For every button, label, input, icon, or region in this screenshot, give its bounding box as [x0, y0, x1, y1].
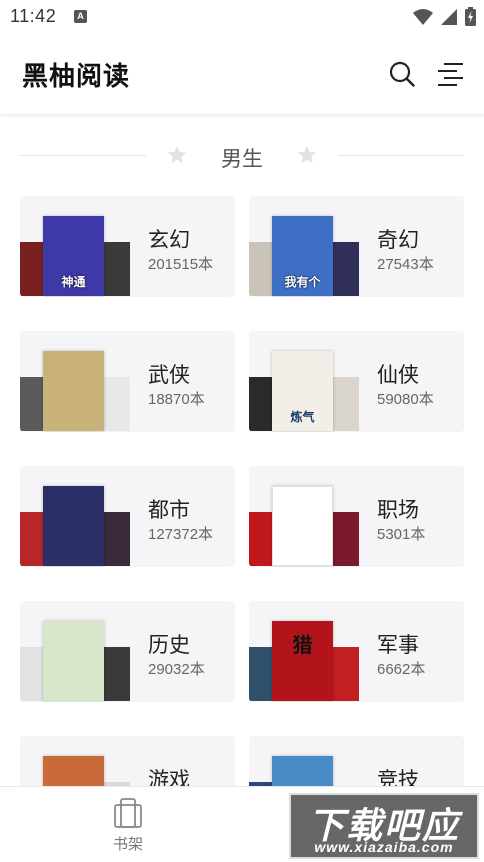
- book-cover: [272, 486, 333, 566]
- a-icon: A: [74, 10, 87, 23]
- book-cover: 炼气: [272, 351, 333, 431]
- star-icon: [167, 145, 187, 164]
- category-count: 201515本: [148, 256, 214, 273]
- category-card-qihuan[interactable]: 我有个 奇幻 27543本: [249, 196, 464, 297]
- book-cover: [104, 512, 130, 566]
- category-card-wuxia[interactable]: 武侠 18870本: [20, 331, 235, 432]
- app-header: 黑柚阅读: [0, 34, 484, 114]
- book-cover: [333, 647, 359, 701]
- category-name: 职场: [377, 499, 419, 522]
- section-divider: 男生: [20, 140, 464, 172]
- book-cover: [104, 242, 130, 296]
- book-cover: [43, 351, 104, 431]
- book-cover: [104, 377, 130, 431]
- section-title: 男生: [221, 148, 263, 171]
- category-card-xuanhuan[interactable]: 神通 玄幻 201515本: [20, 196, 235, 297]
- category-card-xianxia[interactable]: 炼气 仙侠 59080本: [249, 331, 464, 432]
- category-name: 玄幻: [148, 229, 190, 252]
- tab-bookshelf[interactable]: 书架: [98, 797, 158, 854]
- category-name: 都市: [148, 499, 190, 522]
- book-cover: [333, 512, 359, 566]
- category-count: 27543本: [377, 256, 434, 273]
- app-title: 黑柚阅读: [22, 62, 131, 92]
- category-name: 历史: [148, 634, 190, 657]
- book-cover: 猎: [272, 621, 333, 701]
- category-count: 6662本: [377, 661, 426, 678]
- category-card-dushi[interactable]: 都市 127372本: [20, 466, 235, 567]
- category-count: 18870本: [148, 391, 205, 408]
- category-name: 军事: [377, 634, 419, 657]
- cover-title: 猎: [292, 633, 313, 657]
- bookshelf-icon: [114, 798, 142, 828]
- cover-title: 神通: [61, 275, 86, 289]
- divider-line-left: [20, 155, 146, 156]
- book-cover: [333, 242, 359, 296]
- status-time: 11:42: [10, 6, 57, 26]
- cellular-icon: [441, 8, 457, 25]
- category-card-zhichang[interactable]: 职场 5301本: [249, 466, 464, 567]
- status-icons: [413, 7, 476, 26]
- status-bar: 11:42 A: [0, 0, 484, 34]
- cover-title: 炼气: [290, 410, 315, 424]
- category-card-junshi[interactable]: 猎 军事 6662本: [249, 601, 464, 702]
- category-count: 5301本: [377, 526, 426, 543]
- category-name: 武侠: [148, 364, 190, 387]
- tab-label: 书架: [112, 836, 143, 853]
- book-cover: 神通: [43, 216, 104, 296]
- menu-icon[interactable]: [436, 61, 464, 87]
- battery-icon: [465, 7, 476, 26]
- category-count: 59080本: [377, 391, 434, 408]
- search-icon[interactable]: [388, 60, 416, 88]
- watermark-logo: 下载吧应用 www.xiazaiba.com: [289, 793, 479, 862]
- book-cover: 我有个: [272, 216, 333, 296]
- category-name: 仙侠: [377, 364, 419, 387]
- cover-title: 我有个: [284, 275, 321, 289]
- book-cover: [43, 486, 104, 566]
- star-icon: [297, 145, 317, 164]
- divider-line-right: [338, 155, 464, 156]
- book-cover: [104, 647, 130, 701]
- watermark-url: www.xiazaiba.com: [314, 839, 454, 855]
- category-card-lishi[interactable]: 历史 29032本: [20, 601, 235, 702]
- wifi-icon: [413, 8, 433, 25]
- category-count: 127372本: [148, 526, 214, 543]
- category-count: 29032本: [148, 661, 205, 678]
- book-cover: [43, 621, 104, 701]
- book-cover: [333, 377, 359, 431]
- category-name: 奇幻: [377, 229, 419, 252]
